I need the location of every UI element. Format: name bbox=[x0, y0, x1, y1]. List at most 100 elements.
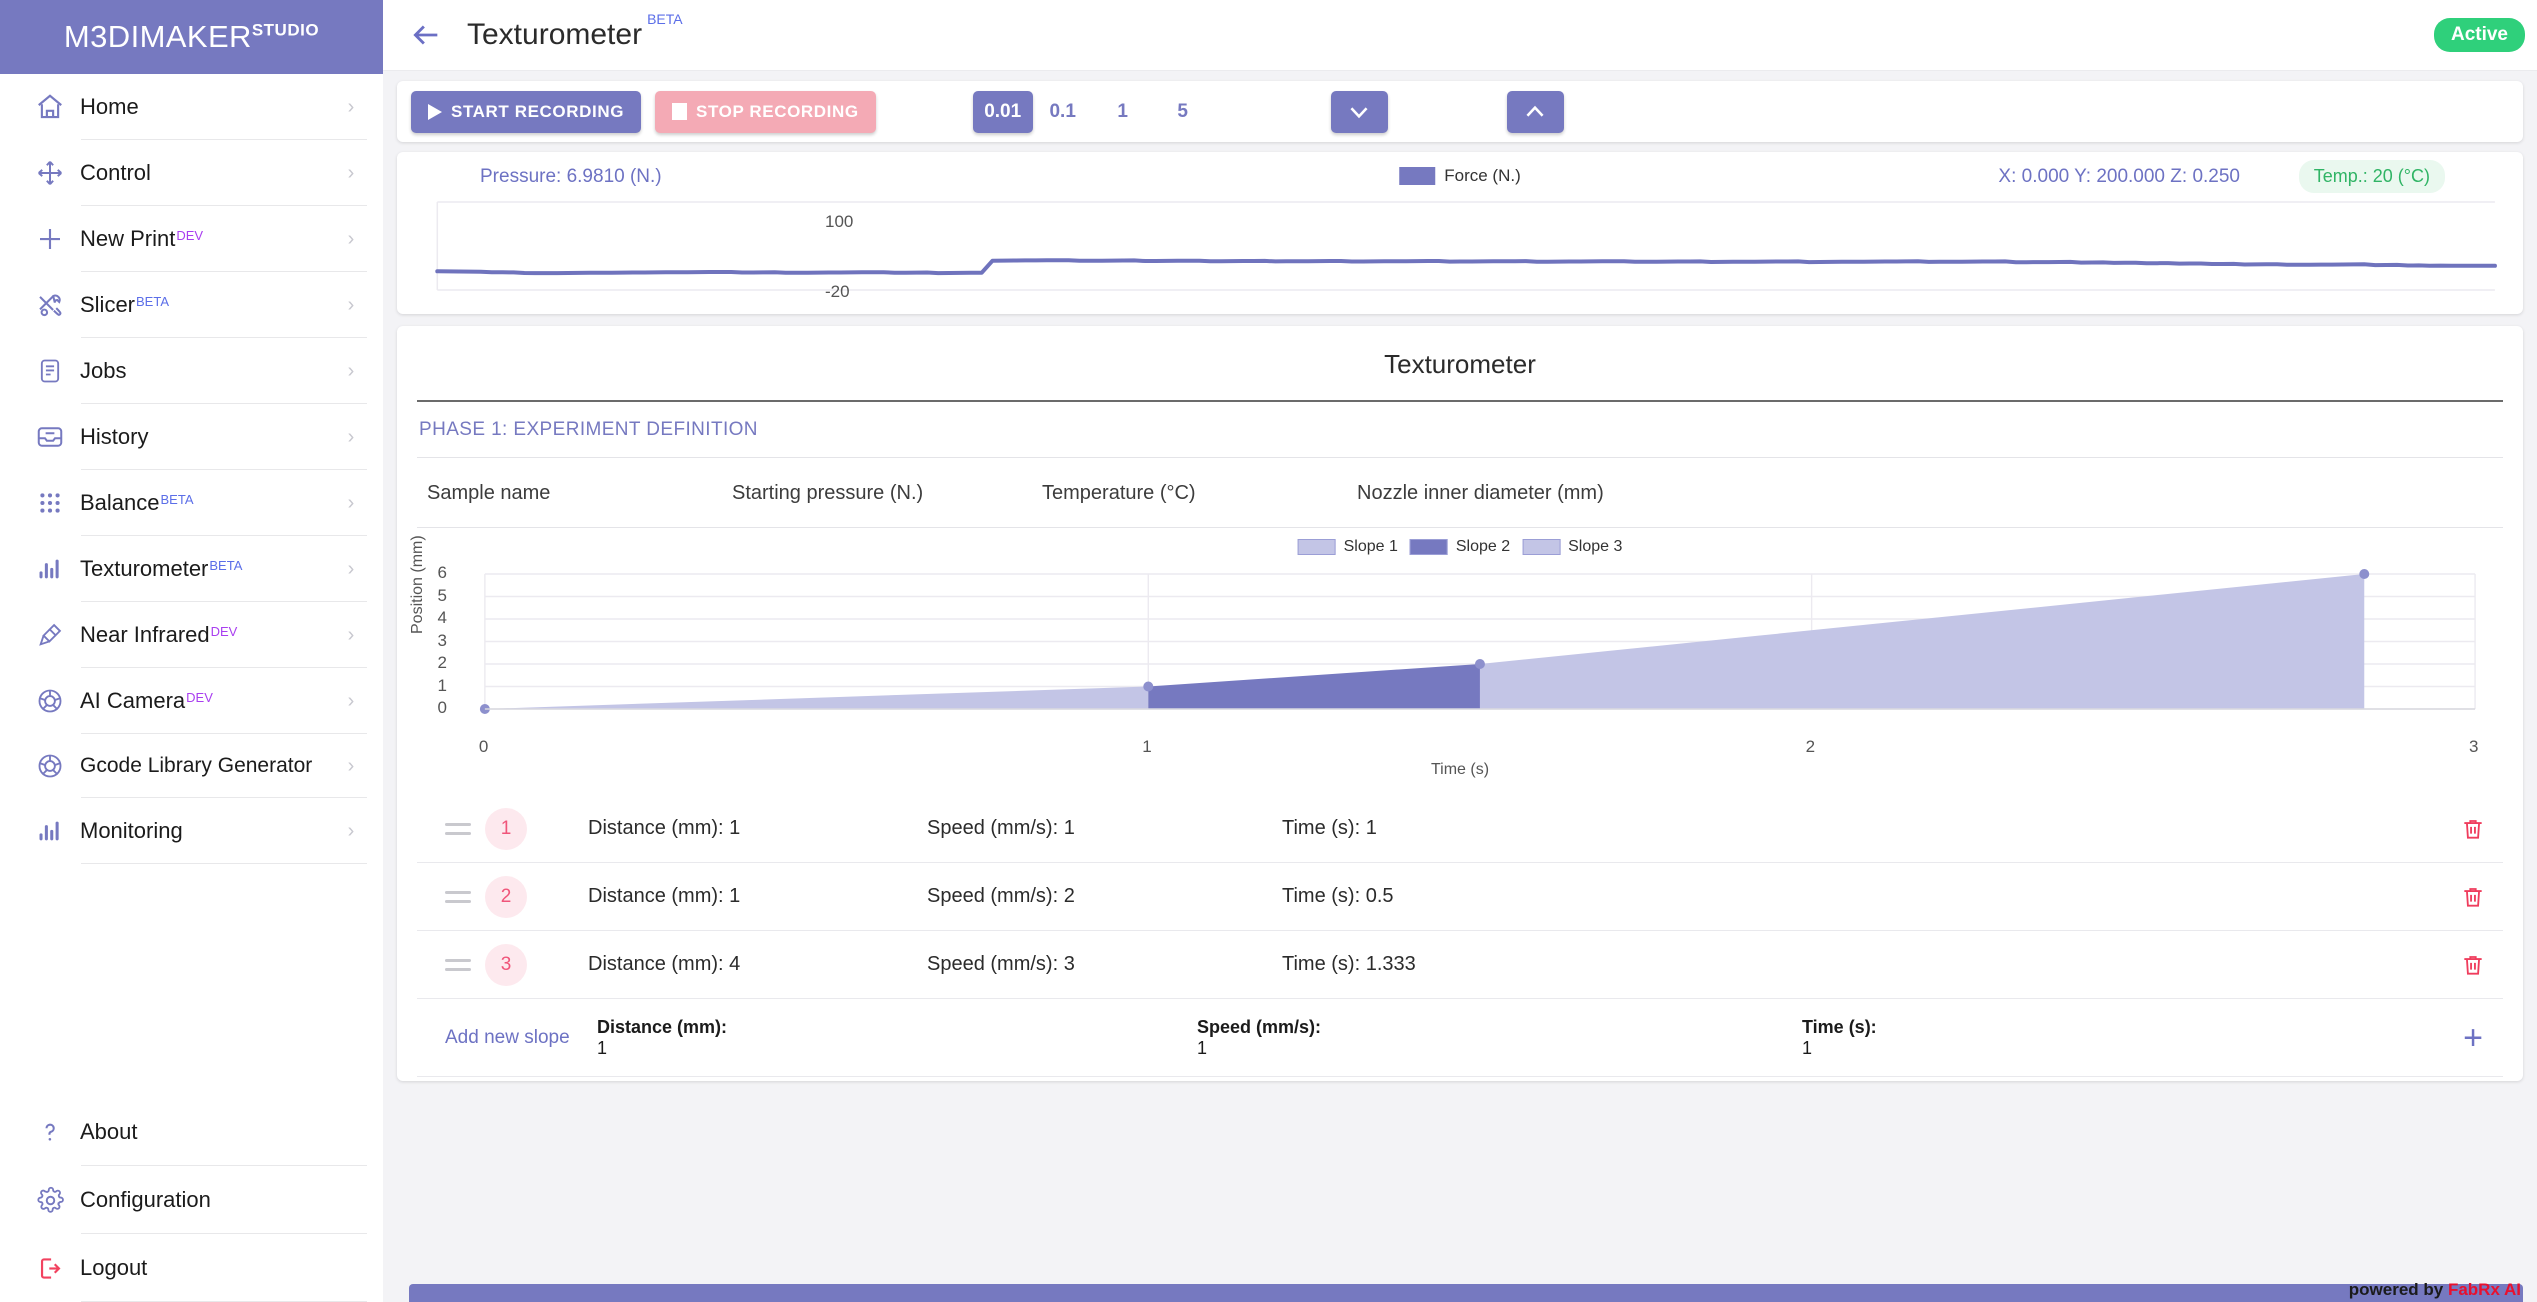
move-up-button[interactable] bbox=[1506, 90, 1564, 133]
sidebar-item-logout[interactable]: Logout bbox=[0, 1234, 383, 1302]
sidebar-item-balance[interactable]: Balance BETA › bbox=[0, 470, 383, 536]
page-title: Texturometer BETA bbox=[467, 12, 683, 52]
slope-distance[interactable]: Distance (mm): 1 bbox=[527, 817, 927, 840]
sidebar-item-slicer[interactable]: Slicer BETA › bbox=[0, 272, 383, 338]
starting-pressure-field[interactable]: Starting pressure (N.) bbox=[732, 482, 1042, 505]
force-line-chart bbox=[435, 201, 2497, 291]
sidebar-item-label: Home bbox=[80, 94, 341, 119]
coordinates-readout: X: 0.000 Y: 200.000 Z: 0.250 bbox=[1998, 166, 2240, 187]
sidebar-item-monitoring[interactable]: Monitoring › bbox=[0, 798, 383, 864]
slope-distance[interactable]: Distance (mm): 4 bbox=[527, 953, 927, 976]
status-badge: Active bbox=[2433, 18, 2525, 52]
legend-swatch-slope-1 bbox=[1297, 539, 1336, 555]
sidebar-item-label: New Print DEV bbox=[80, 226, 341, 251]
tag-dev: DEV bbox=[186, 690, 213, 706]
label-text: Balance bbox=[80, 490, 160, 516]
brand-logo: M3DIMAKERSTUDIO bbox=[0, 0, 383, 74]
legend-item-slope-2[interactable]: Slope 2 bbox=[1409, 538, 1510, 556]
slope-chart: Slope 1 Slope 2 Slope 3 Position (mm) Ti… bbox=[409, 535, 2503, 778]
home-icon bbox=[20, 92, 80, 122]
sidebar-item-label: Balance BETA bbox=[80, 490, 341, 515]
step-size-0.01[interactable]: 0.01 bbox=[972, 90, 1033, 133]
table-row[interactable]: 2 Distance (mm): 1 Speed (mm/s): 2 Time … bbox=[417, 863, 2503, 931]
label-text: Logout bbox=[80, 1255, 148, 1281]
sidebar-item-near-infrared[interactable]: Near Infrared DEV › bbox=[0, 602, 383, 668]
new-slope-time-label: Time (s): bbox=[1802, 1016, 1877, 1037]
step-size-0.1[interactable]: 0.1 bbox=[1033, 91, 1093, 133]
new-slope-distance-value: 1 bbox=[597, 1037, 608, 1058]
sidebar-item-home[interactable]: Home › bbox=[0, 74, 383, 140]
step-size-5[interactable]: 5 bbox=[1153, 91, 1213, 133]
force-chart-card: Pressure: 6.9810 (N.) Force (N.) X: 0.00… bbox=[397, 152, 2523, 314]
stop-recording-button[interactable]: STOP RECORDING bbox=[655, 90, 876, 133]
sample-name-field[interactable]: Sample name bbox=[417, 482, 732, 505]
force-ytick-top: 100 bbox=[825, 212, 854, 231]
back-arrow-icon[interactable] bbox=[403, 12, 449, 58]
drag-handle-icon[interactable] bbox=[417, 958, 485, 971]
aperture-icon bbox=[20, 687, 80, 715]
sidebar-item-about[interactable]: About bbox=[0, 1098, 383, 1166]
trash-icon[interactable] bbox=[2443, 816, 2503, 842]
slope-speed[interactable]: Speed (mm/s): 3 bbox=[927, 953, 1282, 976]
sidebar-item-ai-camera[interactable]: AI Camera DEV › bbox=[0, 668, 383, 734]
slope-time[interactable]: Time (s): 1.333 bbox=[1282, 953, 2443, 976]
trash-icon[interactable] bbox=[2443, 952, 2503, 978]
slope-area-chart bbox=[479, 569, 2476, 714]
label-text: Gcode Library Generator bbox=[80, 753, 313, 777]
new-slope-distance-input[interactable]: Distance (mm): 1 bbox=[597, 1017, 1197, 1059]
label-text: Configuration bbox=[80, 1187, 211, 1213]
sidebar-item-label: Slicer BETA bbox=[80, 292, 341, 317]
brand-name: M3DIMAKERSTUDIO bbox=[64, 19, 319, 55]
move-down-button[interactable] bbox=[1330, 90, 1388, 133]
slope-time[interactable]: Time (s): 0.5 bbox=[1282, 885, 2443, 908]
sidebar-item-label: Gcode Library Generator bbox=[80, 753, 341, 780]
move-icon bbox=[20, 158, 80, 188]
legend-item-slope-1[interactable]: Slope 1 bbox=[1297, 538, 1398, 556]
slope-index-badge: 3 bbox=[485, 943, 527, 986]
add-slope-button[interactable]: + bbox=[2443, 1021, 2503, 1055]
label-text: New Print bbox=[80, 226, 176, 252]
play-icon bbox=[428, 103, 442, 120]
main-content: Texturometer BETA Active START RECORDING … bbox=[383, 0, 2537, 1302]
step-size-1[interactable]: 1 bbox=[1093, 91, 1153, 133]
slope-speed[interactable]: Speed (mm/s): 2 bbox=[927, 885, 1282, 908]
sidebar-item-texturometer[interactable]: Texturometer BETA › bbox=[0, 536, 383, 602]
trash-icon[interactable] bbox=[2443, 884, 2503, 910]
label-text: History bbox=[80, 424, 149, 450]
table-row[interactable]: 3 Distance (mm): 4 Speed (mm/s): 3 Time … bbox=[417, 931, 2503, 999]
chevron-right-icon: › bbox=[347, 819, 355, 842]
table-row[interactable]: 1 Distance (mm): 1 Speed (mm/s): 1 Time … bbox=[417, 795, 2503, 863]
temperature-field[interactable]: Temperature (°C) bbox=[1042, 482, 1357, 505]
new-slope-speed-label: Speed (mm/s): bbox=[1197, 1016, 1322, 1037]
new-slope-time-input[interactable]: Time (s): 1 bbox=[1802, 1017, 2443, 1059]
drag-handle-icon[interactable] bbox=[417, 822, 485, 835]
slope-speed[interactable]: Speed (mm/s): 1 bbox=[927, 817, 1282, 840]
aperture-icon bbox=[20, 752, 80, 780]
plus-icon bbox=[20, 224, 80, 254]
drag-handle-icon[interactable] bbox=[417, 890, 485, 903]
legend-item-slope-3[interactable]: Slope 3 bbox=[1522, 538, 1622, 556]
sidebar-item-new-print[interactable]: New Print DEV › bbox=[0, 206, 383, 272]
sidebar-item-control[interactable]: Control › bbox=[0, 140, 383, 206]
sidebar-item-gcode-library-generator[interactable]: Gcode Library Generator › bbox=[0, 734, 383, 798]
label-text: Texturometer bbox=[80, 556, 209, 582]
slope-time[interactable]: Time (s): 1 bbox=[1282, 817, 2443, 840]
sidebar-item-label: Logout bbox=[80, 1255, 361, 1280]
phase-label: PHASE 1: EXPERIMENT DEFINITION bbox=[419, 419, 758, 440]
add-new-slope-link[interactable]: Add new slope bbox=[417, 1027, 597, 1049]
chevron-right-icon: › bbox=[347, 754, 355, 777]
force-chart-header: Pressure: 6.9810 (N.) Force (N.) X: 0.00… bbox=[397, 152, 2523, 196]
app-root: M3DIMAKERSTUDIO Home › Control › New Pri… bbox=[0, 0, 2537, 1302]
nozzle-inner-diameter-field[interactable]: Nozzle inner diameter (mm) bbox=[1357, 482, 2503, 505]
sidebar-item-label: Control bbox=[80, 160, 341, 185]
brand-sup-text: STUDIO bbox=[251, 20, 320, 40]
recording-toolbar: START RECORDING STOP RECORDING 0.01 0.1 … bbox=[397, 81, 2523, 142]
sidebar-item-jobs[interactable]: Jobs › bbox=[0, 338, 383, 404]
sidebar-item-configuration[interactable]: Configuration bbox=[0, 1166, 383, 1234]
new-slope-speed-input[interactable]: Speed (mm/s): 1 bbox=[1197, 1017, 1802, 1059]
slope-distance[interactable]: Distance (mm): 1 bbox=[527, 885, 927, 908]
sidebar-item-history[interactable]: History › bbox=[0, 404, 383, 470]
start-recording-button[interactable]: START RECORDING bbox=[411, 90, 642, 133]
new-slope-distance-label: Distance (mm): bbox=[597, 1016, 728, 1037]
texturometer-title: Texturometer bbox=[1384, 349, 1536, 379]
